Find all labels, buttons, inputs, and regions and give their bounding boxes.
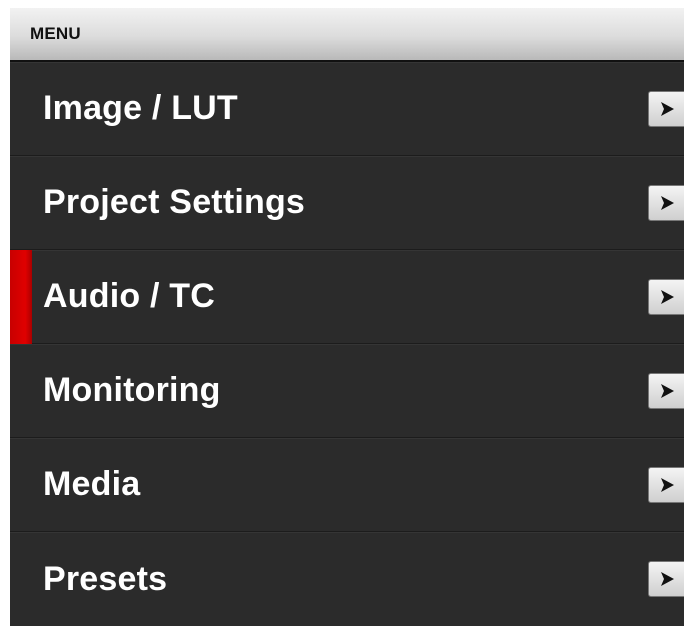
chevron-right-icon[interactable] xyxy=(648,90,684,127)
chevron-right-icon[interactable] xyxy=(648,466,684,503)
menu-title: MENU xyxy=(30,24,81,43)
menu-item-audio-tc[interactable]: Audio / TC xyxy=(10,250,684,344)
menu-item-project-settings[interactable]: Project Settings xyxy=(10,156,684,250)
menu-item-monitoring[interactable]: Monitoring xyxy=(10,344,684,438)
selected-indicator xyxy=(10,250,32,344)
menu-list: Image / LUT Project Settings Audio / TC … xyxy=(10,62,684,626)
menu-item-label: Audio / TC xyxy=(43,277,215,315)
menu-item-label: Project Settings xyxy=(43,183,306,221)
menu-panel: MENU Image / LUT Project Settings Audio … xyxy=(10,8,684,626)
menu-item-media[interactable]: Media xyxy=(10,438,684,532)
menu-item-label: Media xyxy=(43,465,141,503)
menu-header: MENU xyxy=(10,8,684,62)
chevron-right-icon[interactable] xyxy=(648,372,684,409)
menu-item-label: Presets xyxy=(43,559,168,598)
menu-item-label: Image / LUT xyxy=(43,89,238,127)
chevron-right-icon[interactable] xyxy=(648,561,684,597)
menu-item-label: Monitoring xyxy=(43,371,221,409)
chevron-right-icon[interactable] xyxy=(648,278,684,315)
chevron-right-icon[interactable] xyxy=(648,184,684,221)
menu-item-presets[interactable]: Presets xyxy=(10,532,684,626)
menu-item-image-lut[interactable]: Image / LUT xyxy=(10,62,684,156)
